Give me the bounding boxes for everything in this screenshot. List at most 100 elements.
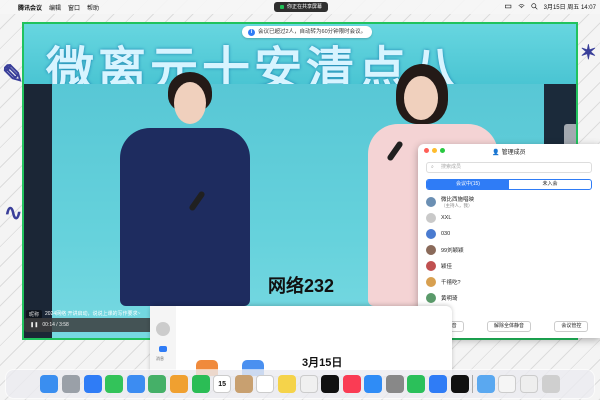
panel-title-text: 管理成员 <box>501 150 526 156</box>
search-icon[interactable] <box>531 3 538 10</box>
nav-label-messages: 消息 <box>156 356 164 361</box>
member-row[interactable]: 99刘颖颖 <box>418 242 600 258</box>
video-player-bar[interactable]: ❚❚ 00:14 / 3:58 <box>24 318 154 332</box>
trash-icon[interactable] <box>541 375 560 393</box>
freeform-icon[interactable] <box>299 375 318 393</box>
notice-text: 会议已超过2人，自动转为60分钟限时会议。 <box>258 29 367 35</box>
mail-icon[interactable] <box>126 375 145 393</box>
member-row[interactable]: 微比西施唱映 （主持人，我） <box>418 194 600 210</box>
screen-share-status[interactable]: 你正在共享屏幕 <box>274 2 329 12</box>
panel-title: 👤 管理成员 <box>418 147 600 156</box>
member-name: 99刘颖颖 <box>441 248 464 254</box>
dock: 15 <box>6 370 594 398</box>
menu-clock[interactable]: 3月15日 周五 14:07 <box>544 2 596 11</box>
cohost-face <box>404 76 438 120</box>
folder-icon[interactable] <box>476 375 495 393</box>
document-icon[interactable] <box>498 375 517 393</box>
search-icon: ⌕ <box>431 164 434 170</box>
contacts-icon[interactable] <box>234 375 253 393</box>
tv-icon[interactable] <box>321 375 340 393</box>
launchpad-icon[interactable] <box>61 375 80 393</box>
wallpaper-doodle: ∿ <box>4 200 23 226</box>
meeting-main-window: 消息 3月15日 <box>150 306 452 376</box>
calendar-icon[interactable]: 15 <box>213 375 232 393</box>
menu-bar: 腾讯会议 编辑 窗口 帮助 你正在共享屏幕 3月15日 周五 14:07 <box>0 0 600 14</box>
menu-app-name[interactable]: 腾讯会议 <box>18 3 42 12</box>
pause-icon[interactable]: ❚❚ <box>30 322 38 328</box>
panel-header: 👤 管理成员 <box>418 144 600 158</box>
person-icon: 👤 <box>492 150 500 156</box>
battery-icon[interactable] <box>504 3 512 10</box>
avatar <box>426 213 436 223</box>
search-placeholder: 搜索成员 <box>441 164 462 170</box>
share-status-text: 你正在共享屏幕 <box>287 4 323 10</box>
member-name: 颖佳 <box>441 264 453 270</box>
member-info: 微比西施唱映 （主持人，我） <box>441 195 474 209</box>
menu-bar-status: 3月15日 周五 14:07 <box>504 2 596 11</box>
menu-edit[interactable]: 编辑 <box>49 3 61 12</box>
tab-not-joined[interactable]: 未入会 <box>509 180 591 189</box>
finder-icon[interactable] <box>40 375 59 393</box>
maps-icon[interactable] <box>148 375 167 393</box>
avatar <box>426 229 436 239</box>
date-heading: 3月15日 <box>302 357 343 369</box>
safari-icon[interactable] <box>83 375 102 393</box>
wechat-icon[interactable] <box>407 375 426 393</box>
member-info: 030 <box>441 231 450 237</box>
facetime-icon[interactable] <box>191 375 210 393</box>
avatar <box>426 245 436 255</box>
dock-separator <box>472 375 474 393</box>
tiktok-icon[interactable] <box>450 375 469 393</box>
member-tabs: 会议中(15) 未入会 <box>426 179 592 190</box>
member-info: 99刘颖颖 <box>441 246 464 254</box>
wallpaper-doodle: ✶ <box>580 40 597 64</box>
video-subtitle: 网络232 <box>268 276 335 296</box>
tab-in-meeting[interactable]: 会议中(15) <box>427 180 509 189</box>
menu-help[interactable]: 帮助 <box>87 3 99 12</box>
wifi-icon[interactable] <box>518 3 525 10</box>
wallpaper-doodle: ✎ <box>2 60 24 90</box>
settings-icon[interactable] <box>385 375 404 393</box>
member-info: 颖佳 <box>441 262 452 270</box>
music-icon[interactable] <box>342 375 361 393</box>
host-uniform <box>120 128 250 306</box>
avatar <box>426 261 436 271</box>
member-info: 黄明琦 <box>441 294 458 302</box>
member-name: XXL <box>441 215 452 221</box>
sharing-indicator-icon <box>280 5 284 9</box>
member-name: 黄明琦 <box>441 296 458 302</box>
member-row[interactable]: 030 <box>418 226 600 242</box>
meeting-control-button[interactable]: 会议管控 <box>554 321 589 332</box>
avatar <box>426 293 436 303</box>
member-role: （主持人，我） <box>441 203 473 208</box>
reminders-icon[interactable] <box>256 375 275 393</box>
apple-icon[interactable] <box>4 2 14 12</box>
messages-icon[interactable] <box>105 375 124 393</box>
stage-edge-left <box>24 84 52 338</box>
main-sidebar: 消息 <box>150 306 176 376</box>
member-name: 030 <box>441 231 451 237</box>
message-icon[interactable] <box>159 346 167 352</box>
member-row[interactable]: 千禧吃? <box>418 274 600 290</box>
avatar[interactable] <box>156 322 170 336</box>
member-name: 千禧吃? <box>441 280 461 286</box>
member-row[interactable]: 颖佳 <box>418 258 600 274</box>
appstore-icon[interactable] <box>364 375 383 393</box>
player-time: 00:14 / 3:58 <box>42 322 69 328</box>
member-info: XXL <box>441 215 451 221</box>
avatar <box>426 197 436 207</box>
info-icon: i <box>248 28 255 36</box>
member-search-input[interactable]: ⌕ 搜索成员 <box>426 162 592 173</box>
member-info: 千禧吃? <box>441 278 461 286</box>
unmute-all-button[interactable]: 解除全体静音 <box>486 321 531 332</box>
photos-icon[interactable] <box>169 375 188 393</box>
meeting-limit-notice: i 会议已超过2人，自动转为60分钟限时会议。 <box>242 26 373 38</box>
menu-window[interactable]: 窗口 <box>68 3 80 12</box>
finder-window-icon[interactable] <box>520 375 539 393</box>
notes-icon[interactable] <box>277 375 296 393</box>
tencent-meeting-icon[interactable] <box>429 375 448 393</box>
avatar <box>426 277 436 287</box>
member-row[interactable]: XXL <box>418 210 600 226</box>
member-row[interactable]: 黄明琦 <box>418 290 600 306</box>
host-face <box>174 82 206 124</box>
